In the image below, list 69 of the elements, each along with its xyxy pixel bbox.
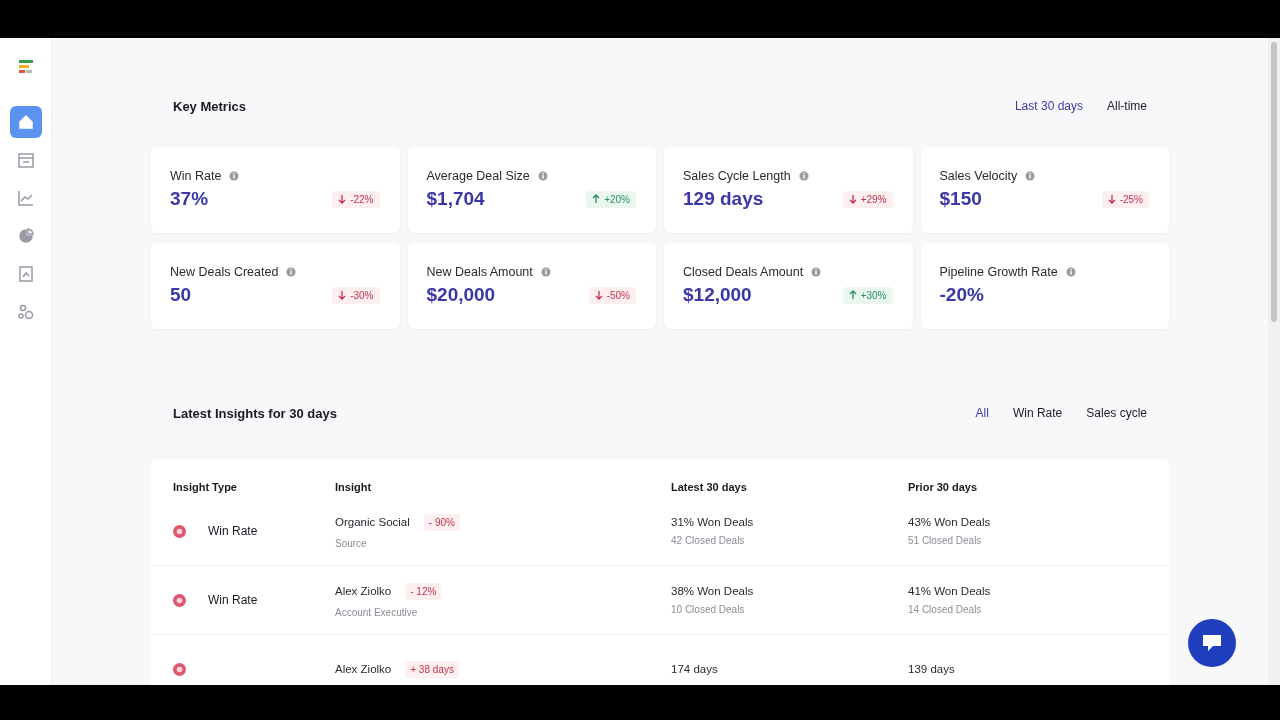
column-header: Prior 30 days xyxy=(908,481,979,493)
metric-value: $150 xyxy=(939,188,982,210)
column-header: Insight Type xyxy=(173,481,238,493)
change-badge: +30% xyxy=(842,286,893,304)
prior-detail: 14 Closed Deals xyxy=(908,604,983,615)
section-title: Key Metrics xyxy=(173,98,246,114)
change-badge: +20% xyxy=(586,190,636,208)
metric-label: Closed Deals Amount xyxy=(683,265,804,279)
metric-value: $12,000 xyxy=(683,284,752,306)
latest-detail: 42 Closed Deals xyxy=(671,535,746,546)
info-icon[interactable] xyxy=(540,267,551,277)
metric-value: 50 xyxy=(170,284,192,306)
change-badge: -30% xyxy=(332,286,380,304)
home-nav-icon[interactable] xyxy=(9,106,42,138)
range-tab[interactable]: Last 30 days xyxy=(1014,99,1083,113)
insight-name: Alex Ziolko xyxy=(335,663,392,675)
metric-value: $1,704 xyxy=(426,188,485,210)
metric-label: New Deals Amount xyxy=(426,265,533,279)
latest-value: 174 days xyxy=(671,663,719,675)
filter-tab[interactable]: All xyxy=(975,406,989,420)
metric-value: 129 days xyxy=(683,188,764,210)
change-badge: - 12% xyxy=(405,582,442,600)
metric-value: $20,000 xyxy=(426,284,496,306)
metric-label: Sales Cycle Length xyxy=(683,169,791,183)
chat-icon xyxy=(1201,633,1223,653)
latest-value: 38% Won Deals xyxy=(671,585,755,597)
alert-icon xyxy=(173,662,186,676)
column-header: Latest 30 days xyxy=(671,481,748,493)
prior-value: 41% Won Deals xyxy=(908,585,992,597)
range-tab[interactable]: All-time xyxy=(1107,99,1147,113)
latest-detail: 10 Closed Deals xyxy=(671,604,746,615)
metric-label: Sales Velocity xyxy=(939,169,1018,183)
metric-value: -20% xyxy=(939,284,984,306)
filter-tab[interactable]: Win Rate xyxy=(1012,406,1063,420)
metric-label: Pipeline Growth Rate xyxy=(939,265,1058,279)
metric-label: Average Deal Size xyxy=(426,169,530,183)
section-title: Latest Insights for 30 days xyxy=(173,405,337,421)
insight-category: Source xyxy=(335,537,368,549)
insight-type: Win Rate xyxy=(208,524,258,538)
metric-label: New Deals Created xyxy=(170,265,279,279)
change-badge: -50% xyxy=(588,286,636,304)
info-icon[interactable] xyxy=(1065,267,1076,277)
info-icon[interactable] xyxy=(798,171,809,181)
alert-icon xyxy=(173,524,186,538)
info-icon[interactable] xyxy=(1025,171,1036,181)
insight-name: Organic Social xyxy=(335,516,410,528)
prior-value: 139 days xyxy=(908,663,956,675)
info-icon[interactable] xyxy=(286,267,297,277)
insight-name: Alex Ziolko xyxy=(335,585,392,597)
metric-value: 37% xyxy=(170,188,209,210)
latest-value: 31% Won Deals xyxy=(671,516,755,528)
chat-button[interactable] xyxy=(1188,619,1236,667)
change-badge: -25% xyxy=(1101,190,1149,208)
metric-label: Win Rate xyxy=(170,169,222,183)
change-badge: -22% xyxy=(332,190,380,208)
change-badge: - 90% xyxy=(423,513,460,531)
insight-category: Account Executive xyxy=(335,606,419,618)
prior-value: 43% Won Deals xyxy=(908,516,992,528)
alert-icon xyxy=(173,593,186,607)
info-icon[interactable] xyxy=(811,267,822,277)
insight-type: Win Rate xyxy=(208,593,258,607)
info-icon[interactable] xyxy=(537,171,548,181)
prior-detail: 51 Closed Deals xyxy=(908,535,983,546)
info-icon[interactable] xyxy=(229,171,240,181)
filter-tab[interactable]: Sales cycle xyxy=(1086,406,1147,420)
column-header: Insight xyxy=(335,481,373,493)
change-badge: + 38 days xyxy=(405,660,459,678)
change-badge: +29% xyxy=(842,190,893,208)
scrollbar[interactable] xyxy=(1268,38,1280,685)
